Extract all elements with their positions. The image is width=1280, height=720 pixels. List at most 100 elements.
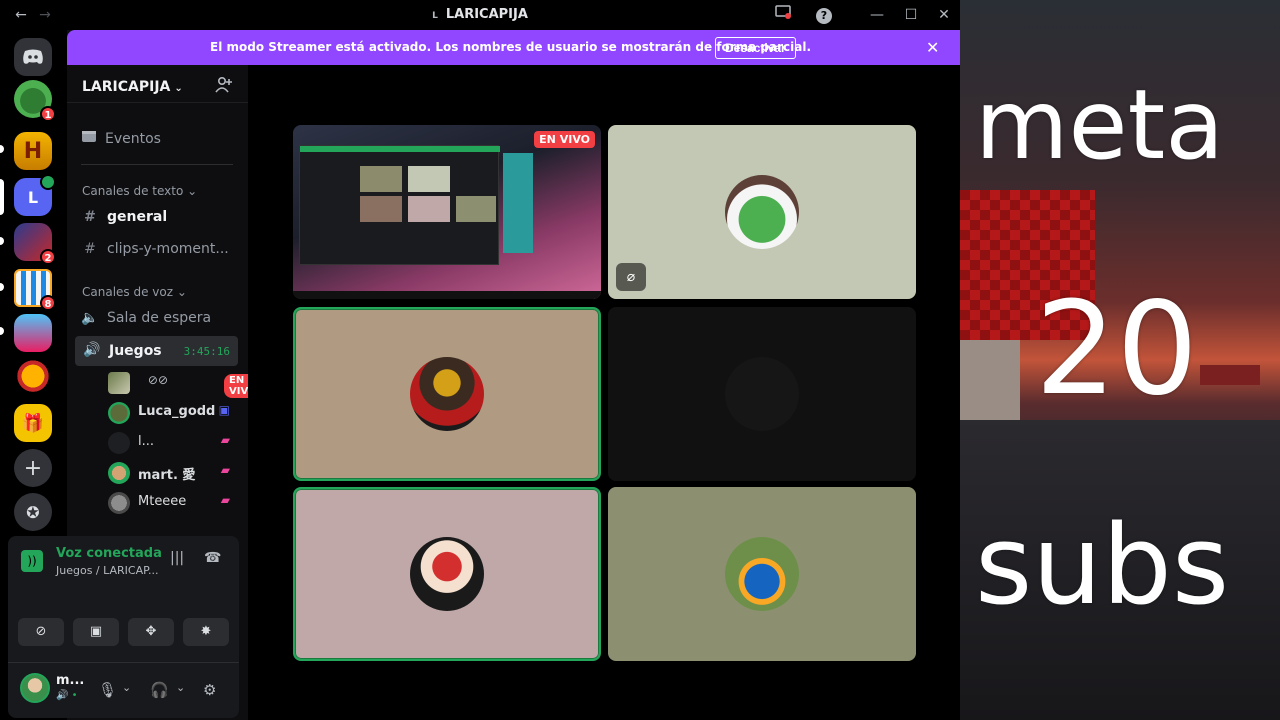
participant-tile-4[interactable] (608, 307, 916, 481)
stream-overlay: meta 20 subs (960, 0, 1280, 720)
active-server-pill (0, 179, 4, 215)
avatar (725, 537, 799, 611)
camera-button[interactable]: ⊘ (18, 618, 64, 646)
headphones-icon[interactable]: 🎧 (150, 681, 169, 699)
channel-clips[interactable]: # clips-y-moment... (81, 241, 229, 257)
hash-icon: # (84, 241, 96, 257)
screen-share-button[interactable]: ▣ (73, 618, 119, 646)
speaker-icon: 🔈 (81, 310, 99, 326)
distant-mushroom (1200, 365, 1260, 385)
participant-tile-2[interactable]: ⌀ (608, 125, 916, 299)
h-logo-icon: H (14, 132, 52, 170)
activities-icon: ✥ (145, 624, 157, 639)
server-l[interactable]: L (14, 174, 56, 216)
hash-icon: # (84, 209, 96, 225)
voice-user-l[interactable]: l... ▰ (108, 430, 238, 454)
deactivate-button[interactable]: Desactivar (715, 37, 796, 59)
camera-off-icon[interactable]: ⌀ (616, 263, 646, 291)
activity-icon: ▰ (220, 433, 230, 447)
activity-icon: ▰ (220, 493, 230, 507)
overlay-line-1: meta (975, 69, 1225, 181)
text-category-header[interactable]: Canales de texto ⌄ (82, 184, 197, 198)
explore-button[interactable]: ✪ (14, 493, 52, 531)
connection-icon: )) (21, 550, 43, 572)
voice-user-mart[interactable]: mart. 愛 ▰ (108, 460, 238, 484)
overlay-line-3: subs (975, 501, 1230, 629)
events-link[interactable]: Eventos (81, 129, 161, 147)
participant-tile-5[interactable] (293, 487, 601, 661)
voice-stage: EN VIVO ⌀ (248, 65, 960, 720)
voice-user-streamer[interactable]: ⊘⊘ EN VIVO (108, 370, 262, 398)
notification-badge: 8 (40, 295, 56, 311)
voice-user-mteeee[interactable]: Mteeee ▰ (108, 490, 238, 514)
avatar (108, 432, 130, 454)
chevron-down-icon[interactable]: ⌄ (176, 681, 185, 694)
avatar (108, 372, 130, 394)
server-game[interactable] (14, 314, 52, 352)
voice-category-header[interactable]: Canales de voz ⌄ (82, 285, 187, 299)
voice-location[interactable]: Juegos / LARICAP... (56, 564, 159, 577)
voice-panel: )) Voz conectada Juegos / LARICAP... |||… (8, 536, 239, 718)
compass-icon: ✪ (14, 493, 52, 531)
character-icon (14, 314, 52, 352)
bear-icon (14, 359, 52, 397)
add-server-button[interactable]: + (14, 449, 52, 487)
title-bar: ← → L LARICAPIJA ? — ☐ ✕ (0, 0, 960, 30)
server-mini-icon: L (432, 11, 438, 21)
help-icon[interactable]: ? (813, 4, 835, 26)
voice-user-luca[interactable]: Luca_godd ▣ (108, 400, 238, 424)
server-profile[interactable]: 1 (14, 80, 56, 122)
maximize-icon[interactable]: ☐ (900, 4, 922, 26)
microphone-icon[interactable]: 🎙 (98, 681, 117, 699)
stream-preview (299, 145, 500, 265)
server-hypixel[interactable]: H (14, 132, 52, 170)
server-club[interactable]: 8 (14, 269, 56, 311)
stream-side-panel (503, 153, 533, 253)
preview-tile (408, 196, 450, 222)
channel-general[interactable]: # general (81, 209, 167, 225)
close-icon[interactable]: ✕ (926, 38, 939, 57)
chevron-down-icon: ⌄ (187, 184, 198, 198)
header-divider (67, 102, 248, 103)
unread-pill-2 (0, 237, 4, 245)
close-window-icon[interactable]: ✕ (933, 4, 955, 26)
preview-tile (408, 166, 450, 192)
streamer-mode-banner: El modo Streamer está activado. Los nomb… (67, 30, 960, 65)
chevron-down-icon[interactable]: ⌄ (122, 681, 131, 694)
stream-tile[interactable]: EN VIVO (293, 125, 601, 299)
screen-icon: ▣ (218, 403, 230, 417)
home-button[interactable] (14, 38, 52, 76)
overlay-line-2: 20 (1035, 275, 1198, 424)
avatar[interactable] (20, 673, 50, 703)
voice-channel-sala[interactable]: 🔈 Sala de espera (81, 310, 211, 326)
avatar (410, 537, 484, 611)
activities-button[interactable]: ✥ (128, 618, 174, 646)
username[interactable]: m... (56, 673, 84, 688)
preview-tile (456, 196, 496, 222)
plus-icon: + (14, 449, 52, 487)
inbox-icon[interactable] (772, 4, 794, 26)
soundboard-button[interactable]: ✸ (183, 618, 229, 646)
voice-status: Voz conectada (56, 546, 162, 561)
discord-window: ← → L LARICAPIJA ? — ☐ ✕ 1 H L 2 8 🎁 + ✪… (0, 0, 960, 720)
avatar (108, 402, 130, 424)
preview-tile (360, 196, 402, 222)
minimize-icon[interactable]: — (866, 4, 888, 26)
unread-pill (0, 145, 4, 153)
user-status: 🔊 • (56, 690, 78, 701)
noise-suppression-icon[interactable]: ||| (170, 550, 184, 566)
settings-icon[interactable]: ⚙ (203, 681, 216, 699)
add-member-icon[interactable] (215, 76, 233, 98)
server-gift[interactable]: 🎁 (14, 404, 52, 442)
camera-off-icon: ⊘ (35, 624, 47, 639)
server-roblox[interactable]: 2 (14, 223, 56, 265)
server-name-header[interactable]: LARICAPIJA ⌄ (82, 79, 183, 95)
unread-pill-3 (0, 283, 4, 291)
voice-channel-juegos[interactable]: 🔊 Juegos 3:45:16 (75, 336, 238, 366)
avatar (725, 175, 799, 249)
speaker-icon: 🔊 (83, 342, 101, 358)
participant-tile-3[interactable] (293, 307, 601, 481)
participant-tile-6[interactable] (608, 487, 916, 661)
disconnect-icon[interactable]: ☎ (204, 550, 221, 566)
server-pooh[interactable] (14, 359, 52, 397)
